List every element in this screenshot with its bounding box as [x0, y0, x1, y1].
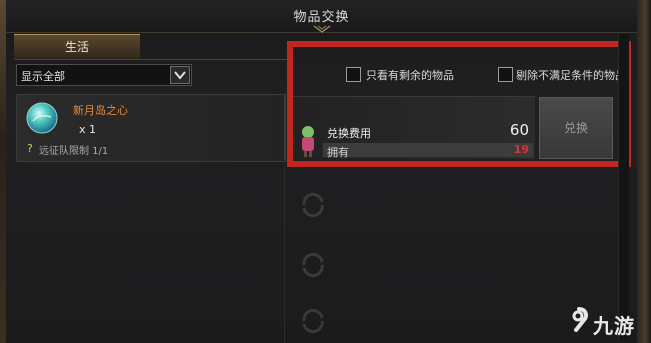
- scrollbar[interactable]: [618, 34, 629, 339]
- refresh-icon: [302, 192, 324, 218]
- divider: [284, 94, 285, 160]
- title-bar: 物品交换: [6, 0, 637, 33]
- divider: [284, 166, 285, 343]
- title-ornament-icon: [313, 25, 331, 33]
- watermark-text: 九游: [593, 314, 635, 338]
- right-frame: [637, 0, 651, 343]
- item-name: 新月岛之心: [73, 104, 128, 117]
- filter-selected-value: 显示全部: [21, 70, 65, 83]
- chevron-down-icon: [174, 71, 186, 80]
- tab-life[interactable]: 生活: [14, 34, 140, 59]
- item-exchange-window: 物品交换 生活 显示全部 新月岛之心 x 1 ? 远征队限制 1/1 只看有剩余…: [6, 0, 637, 343]
- filter-dropdown[interactable]: 显示全部: [16, 64, 192, 86]
- moon-island-heart-icon: [26, 102, 58, 134]
- refresh-icon: [302, 252, 324, 278]
- refresh-icon: [302, 308, 324, 334]
- list-item[interactable]: 新月岛之心 x 1 ? 远征队限制 1/1: [16, 94, 286, 162]
- item-quantity: x 1: [79, 123, 97, 136]
- dropdown-toggle-button[interactable]: [170, 66, 190, 84]
- highlight-box: [287, 41, 631, 167]
- window-title: 物品交换: [293, 10, 350, 25]
- expedition-limit: 远征队限制 1/1: [39, 146, 109, 157]
- watermark: 九游: [566, 306, 636, 338]
- tab-underline: [14, 59, 288, 60]
- nine-game-logo-icon: [572, 307, 589, 332]
- question-icon: ?: [27, 142, 33, 155]
